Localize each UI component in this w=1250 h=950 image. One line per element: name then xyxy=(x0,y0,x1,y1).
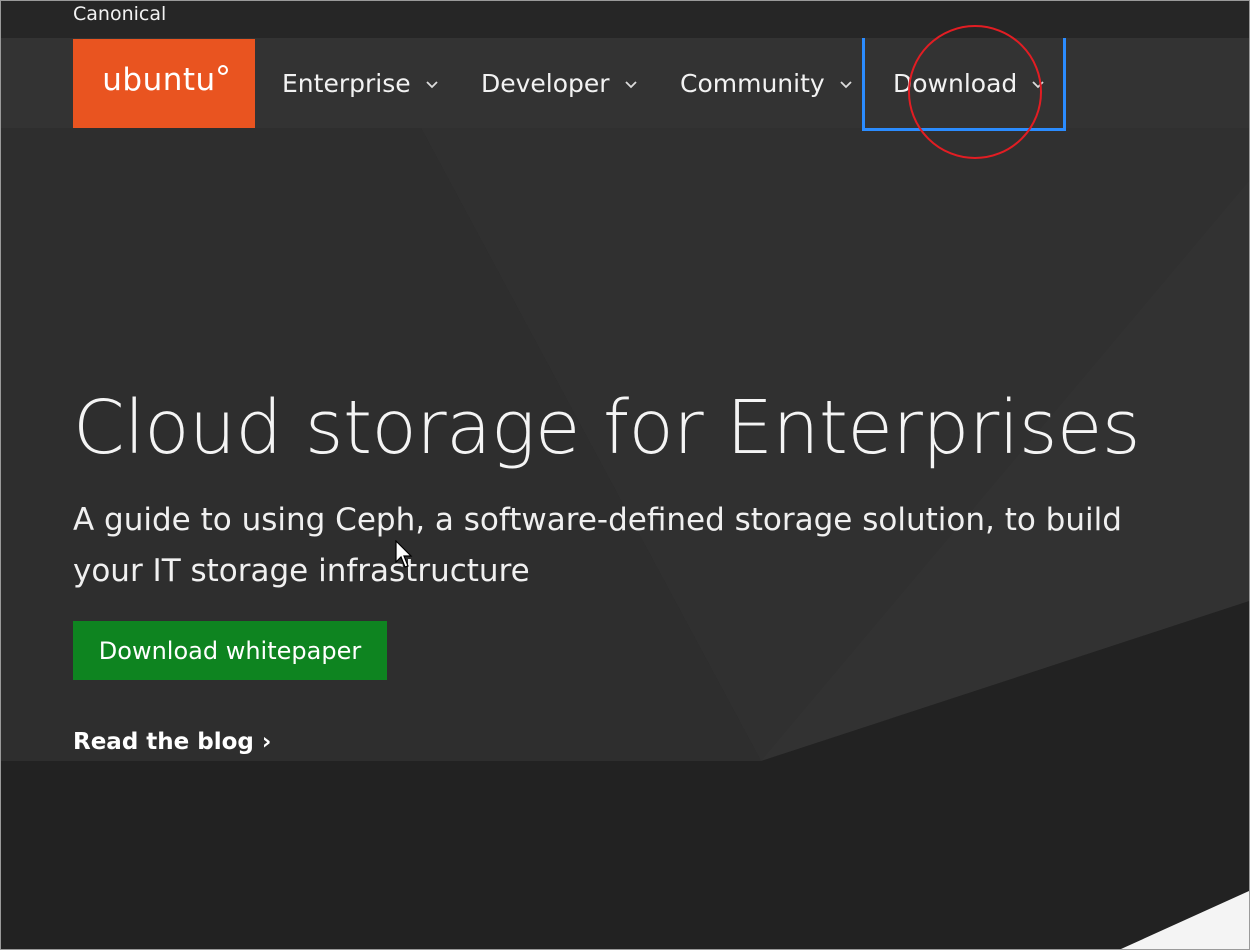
nav-item-enterprise[interactable]: Enterprise xyxy=(282,39,439,128)
read-the-blog-link[interactable]: Read the blog › xyxy=(73,729,271,755)
ubuntu-logo[interactable]: ubuntu xyxy=(73,39,255,128)
nav-item-label: Enterprise xyxy=(282,69,411,98)
ubuntu-logo-text: ubuntu xyxy=(102,62,216,98)
canonical-link[interactable]: Canonical xyxy=(73,2,166,26)
nav-item-developer[interactable]: Developer xyxy=(481,39,638,128)
chevron-down-icon xyxy=(425,80,438,88)
hero-title: Cloud storage for Enterprises xyxy=(73,385,1140,471)
chevron-down-icon xyxy=(840,80,852,88)
nav-item-label: Community xyxy=(680,69,825,98)
download-annotation-circle xyxy=(908,25,1042,159)
ubuntu-circle-of-friends-icon xyxy=(217,64,228,75)
cursor-icon xyxy=(395,540,413,568)
download-whitepaper-button[interactable]: Download whitepaper xyxy=(73,621,387,680)
hero-background xyxy=(1,1,1249,949)
hero-subtitle: A guide to using Ceph, a software-define… xyxy=(73,502,1122,589)
top-strip: Canonical xyxy=(1,1,1249,38)
nav-item-community[interactable]: Community xyxy=(680,39,853,128)
chevron-down-icon xyxy=(624,80,637,88)
nav-item-label: Developer xyxy=(481,69,610,98)
browser-viewport: Canonical ubuntu Enterprise Developer Co… xyxy=(0,0,1250,950)
